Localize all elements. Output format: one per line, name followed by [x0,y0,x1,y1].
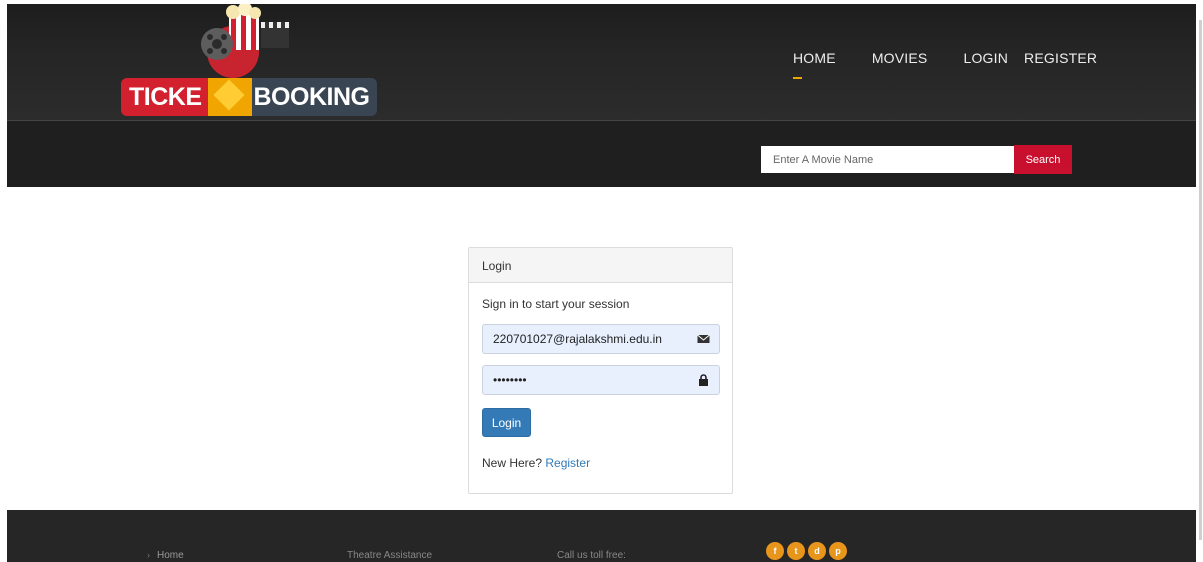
password-field-wrapper [482,365,720,395]
login-panel-heading: Login [469,248,732,283]
register-link[interactable]: Register [545,456,590,470]
nav-register[interactable]: REGISTER [1024,50,1097,66]
register-prompt: New Here? Register [482,456,719,470]
footer: › Home Theatre Assistance Call us toll fr… [7,510,1196,562]
footer-call-us: Call us toll free: [557,550,626,561]
site-logo[interactable]: TICKE BOOKING [121,4,378,118]
pinterest-icon[interactable]: p [829,542,847,560]
footer-home[interactable]: › Home [147,550,184,561]
logo-text-right: BOOKING [251,78,378,116]
scrollbar-thumb[interactable] [1199,20,1202,540]
email-field[interactable] [483,325,719,353]
login-button[interactable]: Login [482,408,531,437]
ticket-icon [207,78,252,116]
logo-wordmark: TICKE BOOKING [121,77,378,117]
chevron-right-icon: › [147,550,150,560]
page: TICKE BOOKING HOME MOVIES LOGIN REGISTER… [7,4,1196,562]
search-button[interactable]: Search [1014,145,1072,174]
lock-icon [699,374,708,386]
dribbble-icon[interactable]: d [808,542,826,560]
logo-text-left: TICKE [121,78,208,116]
footer-theatre-assistance: Theatre Assistance [347,550,433,561]
social-links: f t d p [766,542,850,560]
header: TICKE BOOKING HOME MOVIES LOGIN REGISTER [7,4,1196,120]
envelope-icon [697,334,710,343]
nav-home[interactable]: HOME [793,50,836,79]
search-bar: Search [7,120,1196,187]
password-field[interactable] [483,366,719,394]
login-panel-body: Sign in to start your session Login New … [469,283,732,484]
logo-illustration-icon [201,4,289,78]
main-nav: HOME MOVIES LOGIN REGISTER [793,50,1133,79]
facebook-icon[interactable]: f [766,542,784,560]
footer-home-label: Home [157,550,184,561]
nav-movies[interactable]: MOVIES [872,50,928,66]
twitter-icon[interactable]: t [787,542,805,560]
nav-login[interactable]: LOGIN [963,50,1008,66]
new-here-text: New Here? [482,456,543,470]
movie-search-input[interactable] [761,146,1015,173]
login-subtitle: Sign in to start your session [482,297,630,311]
email-field-wrapper [482,324,720,354]
login-panel: Login Sign in to start your session Logi… [468,247,733,494]
